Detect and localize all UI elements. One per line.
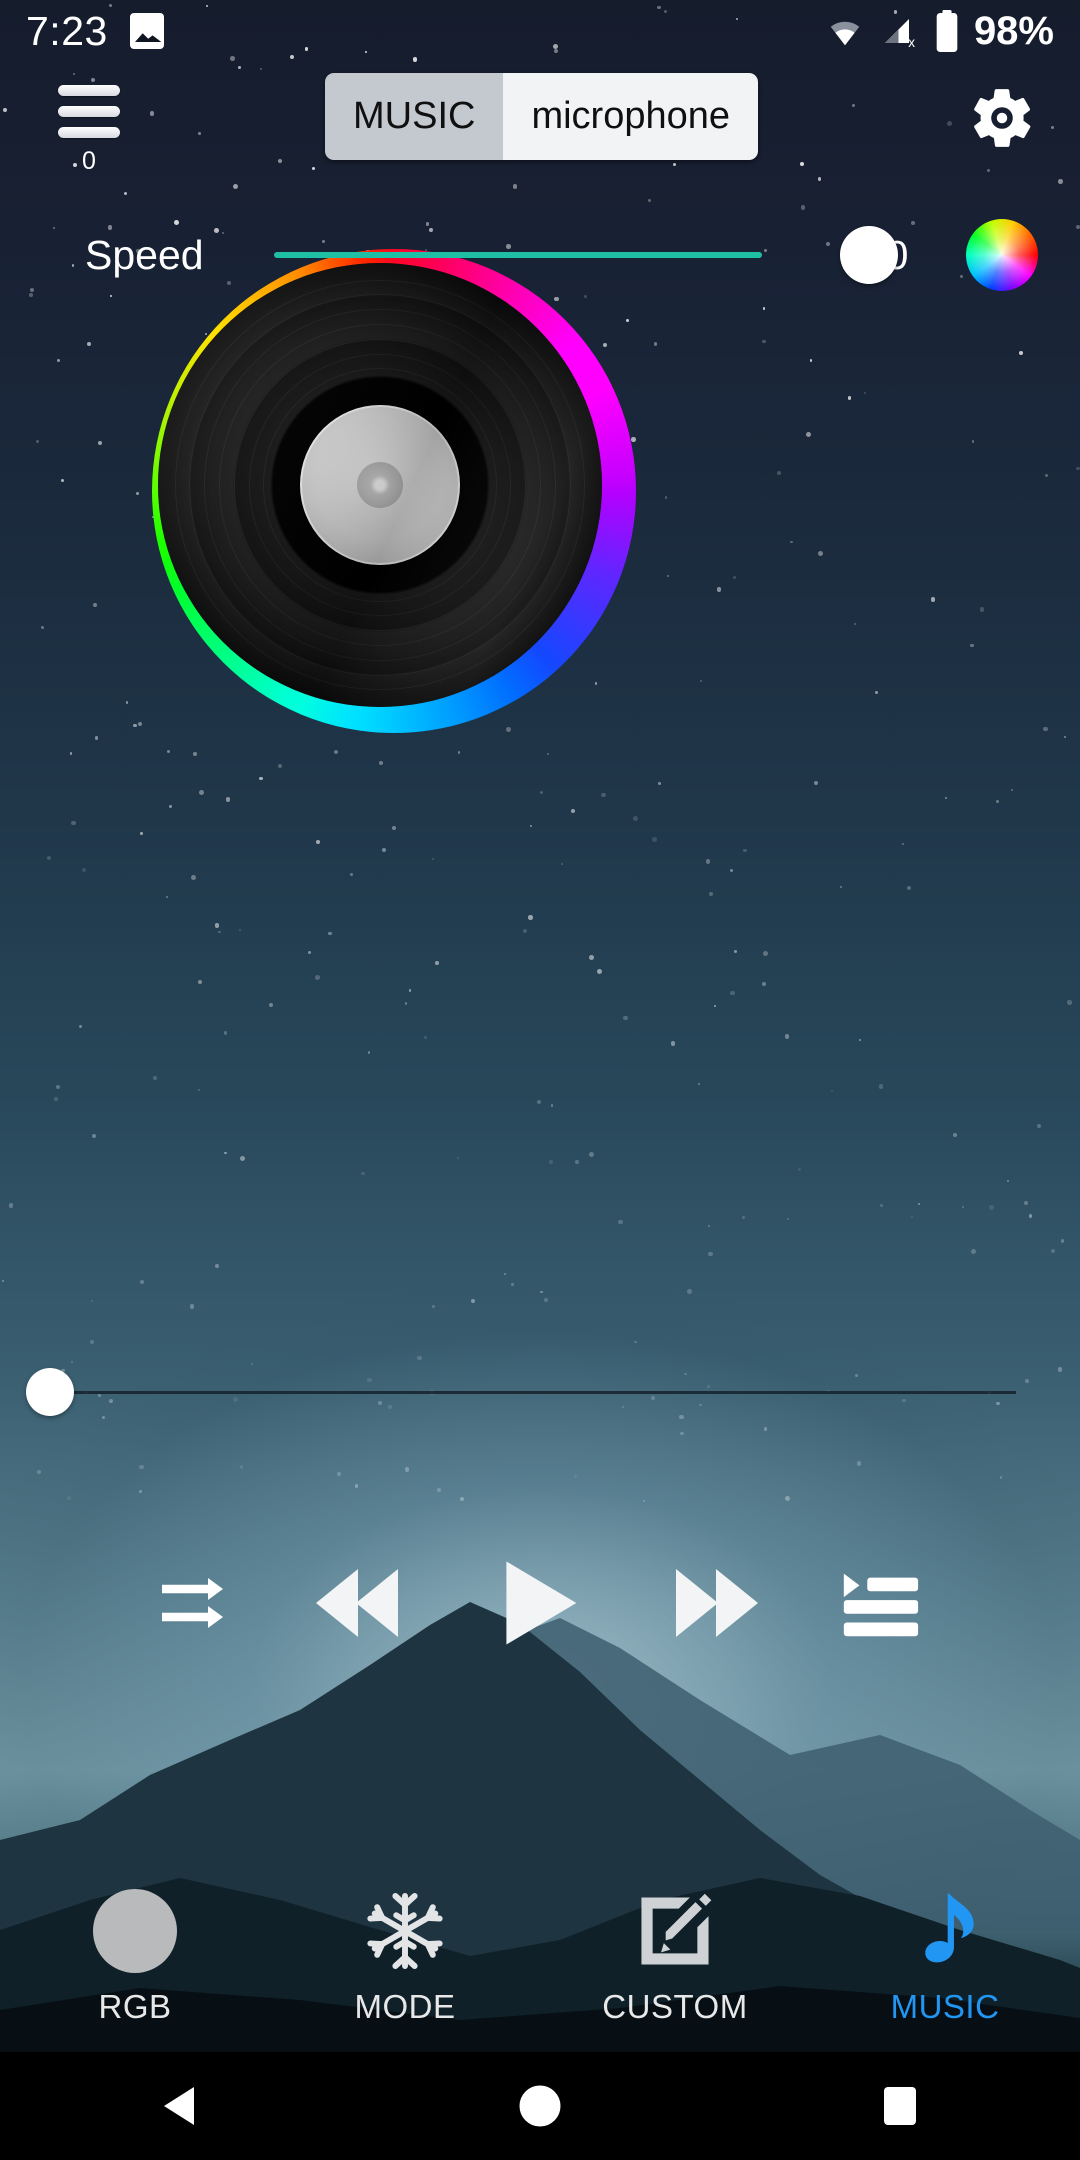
progress-thumb[interactable] <box>26 1368 74 1416</box>
record-label <box>300 405 460 565</box>
image-icon-glyph <box>134 33 162 42</box>
menu-count-label: 0 <box>82 147 96 175</box>
back-triangle-icon[interactable] <box>0 2083 360 2129</box>
app-root: 7:23 x 98% 0 MUSIC microphone Speed RGB … <box>0 0 1080 2160</box>
vinyl-record[interactable] <box>152 249 636 733</box>
nav-item-custom[interactable]: CUSTOM <box>540 1888 810 2026</box>
hamburger-bar <box>58 106 120 117</box>
tab-music[interactable]: MUSIC <box>325 73 504 160</box>
fast-forward-icon[interactable] <box>662 1549 770 1657</box>
color-wheel-icon[interactable] <box>966 219 1038 291</box>
record-disc <box>158 263 602 707</box>
speed-label: Speed <box>85 231 204 278</box>
playback-progress-slider[interactable] <box>0 1360 1080 1424</box>
app-header: 0 MUSIC microphone <box>0 62 1080 174</box>
recents-square-icon[interactable] <box>720 2084 1080 2128</box>
nav-item-music[interactable]: MUSIC <box>810 1888 1080 2026</box>
battery-icon <box>936 10 958 52</box>
nav-label-custom: CUSTOM <box>602 1988 748 2025</box>
status-bar: 7:23 x 98% <box>0 0 1080 62</box>
image-icon <box>129 13 164 49</box>
nav-label-music: MUSIC <box>890 1988 1000 2025</box>
speed-slider[interactable] <box>274 225 898 285</box>
nav-item-rgb[interactable]: RGB <box>0 1888 270 2026</box>
record-spindle <box>357 462 403 508</box>
progress-track[interactable] <box>72 1390 1016 1394</box>
hamburger-bar <box>58 127 120 138</box>
battery-percent: 98% <box>973 8 1054 53</box>
edit-square-icon <box>634 1888 716 1974</box>
color-circle-icon <box>93 1888 177 1974</box>
wifi-icon <box>830 21 860 46</box>
android-navigation-bar <box>0 2052 1080 2160</box>
record-label-ring <box>287 392 473 578</box>
nav-label-rgb: RGB <box>98 1988 172 2025</box>
status-time: 7:23 <box>26 7 108 54</box>
nav-label-mode: MODE <box>354 1988 456 2025</box>
speed-slider-thumb[interactable] <box>840 226 898 284</box>
repeat-arrows-icon[interactable] <box>158 1563 238 1643</box>
snowflake-icon <box>363 1888 447 1974</box>
rewind-icon[interactable] <box>304 1549 412 1657</box>
record-grooves <box>158 263 602 707</box>
music-note-icon <box>904 1888 986 1974</box>
source-segmented-control[interactable]: MUSIC microphone <box>325 73 759 160</box>
status-right-group: x 98% <box>824 9 1054 54</box>
tab-microphone[interactable]: microphone <box>503 73 759 160</box>
gear-icon[interactable] <box>966 82 1038 154</box>
svg-text:x: x <box>908 35 915 49</box>
home-circle-icon[interactable] <box>360 2082 720 2130</box>
speed-slider-track[interactable] <box>274 252 762 258</box>
hamburger-icon[interactable]: 0 <box>48 72 130 174</box>
nav-item-mode[interactable]: MODE <box>270 1888 540 2026</box>
signal-off-icon: x <box>884 19 915 49</box>
media-controls <box>0 1548 1080 1658</box>
playlist-icon[interactable] <box>836 1560 922 1646</box>
bottom-navigation: RGB MODE CUSTOM MUSIC <box>0 1862 1080 2052</box>
hamburger-bars <box>58 72 120 148</box>
hamburger-bar <box>58 85 120 96</box>
speed-slider-row: Speed 100 <box>0 218 1080 292</box>
play-icon[interactable] <box>478 1544 596 1662</box>
